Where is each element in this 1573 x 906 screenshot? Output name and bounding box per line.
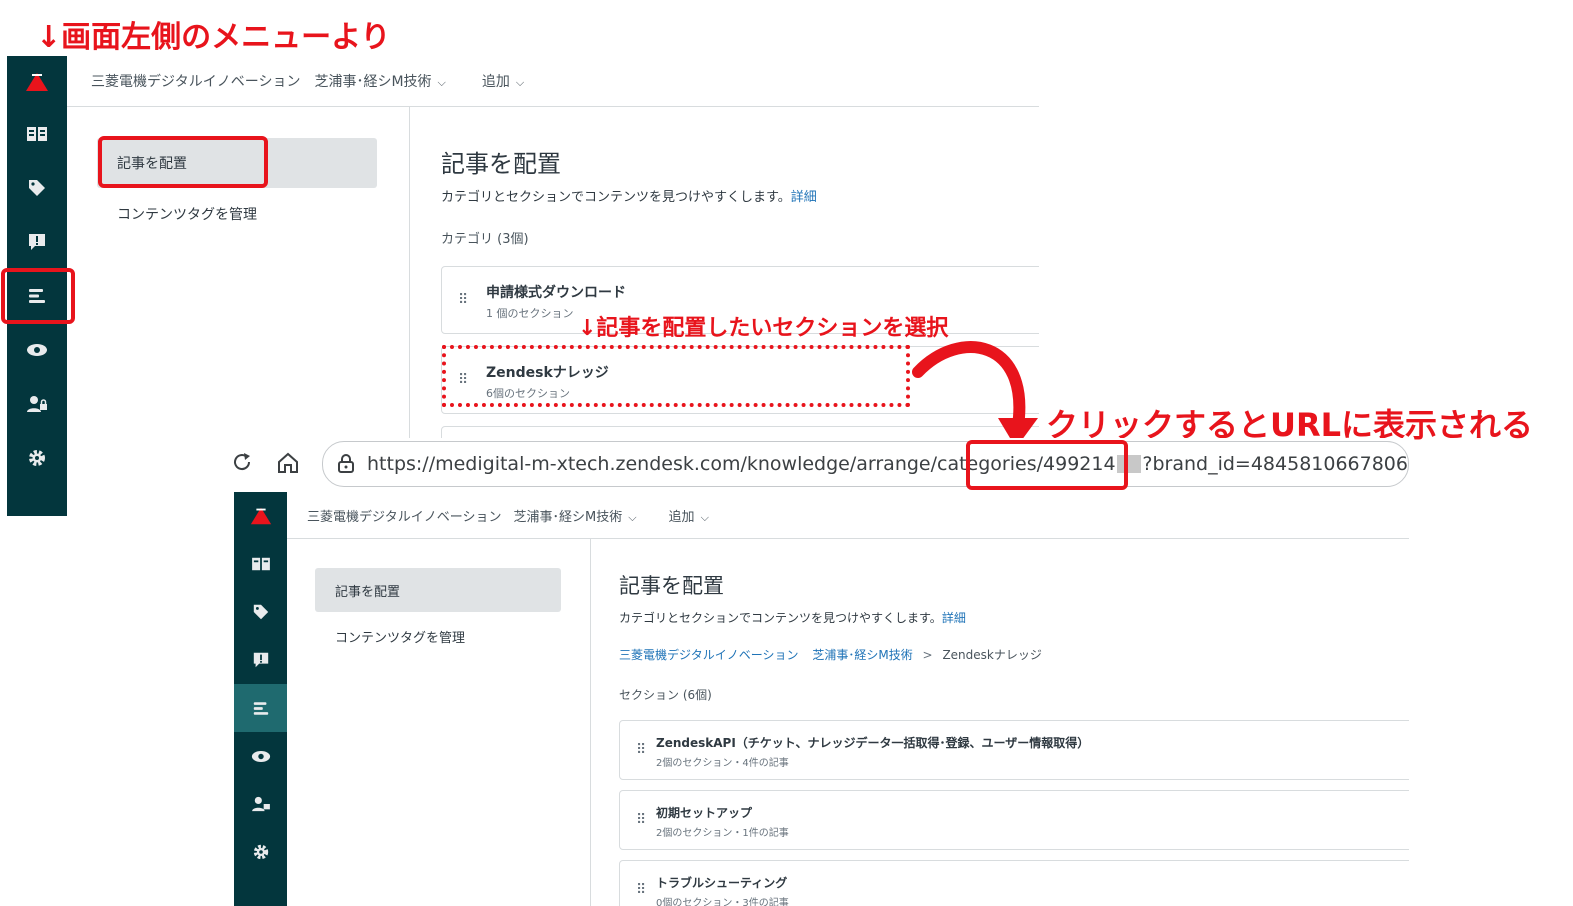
- nav-sidebar: [234, 492, 287, 906]
- section-card[interactable]: ⠿ ZendeskAPI（チケット、ナレッジデータ一括取得･登録、ユーザー情報取…: [619, 720, 1409, 780]
- highlight-arrange-sidebar-icon: [1, 268, 75, 324]
- section-title: 初期セットアップ: [656, 806, 753, 820]
- description-text: カテゴリとセクションでコンテンツを見つけやすくします。: [441, 190, 791, 205]
- feedback-icon[interactable]: [234, 636, 287, 684]
- lock-icon[interactable]: [337, 454, 355, 474]
- drag-handle-icon[interactable]: ⠿: [458, 293, 468, 307]
- tag-icon[interactable]: [234, 588, 287, 636]
- workspace-label: 芝浦事･経シM技術: [314, 74, 432, 90]
- drag-handle-icon[interactable]: ⠿: [636, 813, 646, 827]
- section-title: トラブルシューティング: [656, 876, 788, 890]
- knowledge-icon[interactable]: [7, 108, 67, 160]
- annotation-menu: ↓画面左側のメニューより: [36, 20, 391, 55]
- workspace-label: 芝浦事･経シM技術: [513, 509, 623, 525]
- settings-icon[interactable]: [234, 828, 287, 876]
- description-text: カテゴリとセクションでコンテンツを見つけやすくします。: [619, 611, 942, 625]
- details-link[interactable]: 詳細: [791, 190, 817, 205]
- category-title: 申請様式ダウンロード: [486, 285, 626, 301]
- eye-icon[interactable]: [7, 324, 67, 376]
- highlight-url-id: [966, 440, 1128, 490]
- section-card[interactable]: ⠿ 初期セットアップ 2個のセクション・1件の記事: [619, 790, 1409, 850]
- highlight-arrange-menu: [98, 136, 268, 188]
- breadcrumb: 三菱電機デジタルイノベーション 芝浦事･経シM技術 > Zendeskナレッジ: [619, 646, 1042, 663]
- add-dropdown[interactable]: 追加 ⌵: [482, 71, 524, 91]
- chevron-down-icon: ⌵: [700, 510, 709, 524]
- url-base: https://medigital-m-xtech.zendesk.com/kn…: [367, 453, 1037, 475]
- header-bar: 三菱電機デジタルイノベーション 芝浦事･経シM技術 ⌵ 追加 ⌵: [67, 56, 1039, 107]
- workspace-dropdown[interactable]: 芝浦事･経シM技術 ⌵: [314, 71, 445, 91]
- subnav-manage-content-tags[interactable]: コンテンツタグを管理: [97, 192, 377, 236]
- chevron-down-icon: ⌵: [628, 510, 637, 524]
- chevron-down-icon: ⌵: [437, 76, 446, 89]
- reload-icon[interactable]: [230, 450, 254, 478]
- section-subtitle: 2個のセクション・4件の記事: [656, 758, 789, 769]
- section-title: ZendeskAPI（チケット、ナレッジデータ一括取得･登録、ユーザー情報取得）: [656, 736, 1090, 750]
- categories-label: カテゴリ (3個): [441, 232, 529, 247]
- zendesk-logo-icon[interactable]: [7, 56, 67, 108]
- highlight-zendesk-category: [442, 345, 910, 407]
- workspace-dropdown[interactable]: 芝浦事･経シM技術 ⌵: [513, 506, 636, 525]
- breadcrumb-workspace[interactable]: 芝浦事･経シM技術: [812, 648, 912, 662]
- eye-icon[interactable]: [234, 732, 287, 780]
- header-bar: 三菱電機デジタルイノベーション 芝浦事･経シM技術 ⌵ 追加 ⌵: [287, 492, 1409, 539]
- browser-toolbar: https://medigital-m-xtech.zendesk.com/kn…: [228, 438, 1409, 492]
- home-icon[interactable]: [276, 451, 300, 479]
- section-subtitle: 0個のセクション・3件の記事: [656, 898, 789, 906]
- add-label: 追加: [668, 509, 695, 525]
- tag-icon[interactable]: [7, 162, 67, 214]
- page-title: 記事を配置: [619, 574, 724, 598]
- feedback-icon[interactable]: [7, 216, 67, 268]
- user-permissions-icon[interactable]: [7, 378, 67, 430]
- drag-handle-icon[interactable]: ⠿: [636, 883, 646, 897]
- zendesk-logo-icon[interactable]: [234, 492, 287, 540]
- brand-name: 三菱電機デジタルイノベーション: [307, 509, 502, 525]
- knowledge-icon[interactable]: [234, 540, 287, 588]
- arrow-icon: [912, 341, 1038, 448]
- chevron-down-icon: ⌵: [515, 76, 525, 89]
- category-subtitle: 1 個のセクション: [486, 307, 574, 320]
- drag-handle-icon[interactable]: ⠿: [636, 743, 646, 757]
- page-title: 記事を配置: [441, 150, 561, 178]
- section-subtitle: 2個のセクション・1件の記事: [656, 828, 789, 839]
- subnav-manage-content-tags[interactable]: コンテンツタグを管理: [315, 616, 561, 656]
- page-description: カテゴリとセクションでコンテンツを見つけやすくします。詳細: [619, 609, 966, 626]
- sub-navigation: 記事を配置 コンテンツタグを管理: [287, 538, 591, 906]
- breadcrumb-current: Zendeskナレッジ: [942, 648, 1042, 662]
- add-label: 追加: [481, 74, 510, 90]
- address-bar[interactable]: https://medigital-m-xtech.zendesk.com/kn…: [322, 441, 1409, 487]
- subnav-arrange-articles[interactable]: 記事を配置: [315, 568, 561, 612]
- user-permissions-icon[interactable]: [234, 780, 287, 828]
- add-dropdown[interactable]: 追加 ⌵: [669, 506, 709, 525]
- section-card[interactable]: ⠿ トラブルシューティング 0個のセクション・3件の記事: [619, 860, 1409, 906]
- breadcrumb-separator: >: [922, 648, 933, 662]
- screenshot-2: 三菱電機デジタルイノベーション 芝浦事･経シM技術 ⌵ 追加 ⌵ 記事を配置 コンテ…: [234, 492, 1409, 906]
- brand-name: 三菱電機デジタルイノベーション: [91, 74, 301, 90]
- sections-label: セクション (6個): [619, 688, 712, 702]
- page-description: カテゴリとセクションでコンテンツを見つけやすくします。詳細: [441, 186, 817, 205]
- url-query: ?brand_id=4845810667806: [1142, 453, 1408, 475]
- annotation-select-section: ↓記事を配置したいセクションを選択: [578, 316, 949, 341]
- settings-icon[interactable]: [7, 432, 67, 484]
- details-link[interactable]: 詳細: [942, 611, 966, 625]
- breadcrumb-brand[interactable]: 三菱電機デジタルイノベーション: [619, 648, 799, 662]
- arrange-icon[interactable]: [234, 684, 287, 732]
